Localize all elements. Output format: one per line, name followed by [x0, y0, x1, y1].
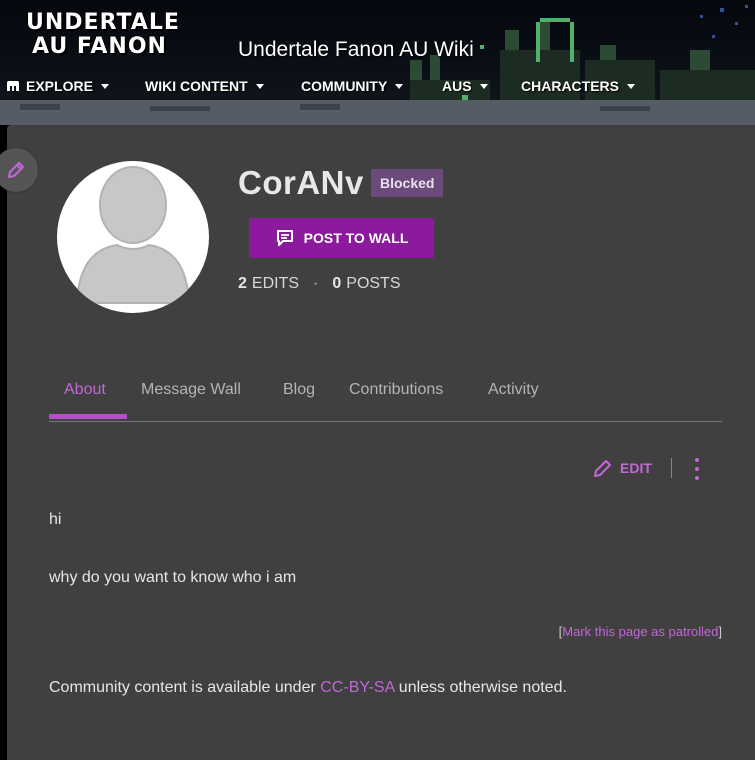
- chevron-down-icon: [255, 83, 264, 89]
- nav-explore[interactable]: EXPLORE: [6, 78, 109, 94]
- logo-line-2: AU FANON: [32, 34, 167, 59]
- nav-community-label: COMMUNITY: [301, 78, 388, 94]
- patrol-bracket-close: ]: [718, 624, 722, 639]
- chevron-down-icon: [479, 83, 488, 89]
- message-icon: [276, 230, 293, 246]
- patrol-notice: [Mark this page as patrolled]: [559, 624, 722, 639]
- post-to-wall-button[interactable]: POST TO WALL: [249, 218, 434, 258]
- about-line-1: hi: [49, 511, 62, 528]
- edits-count: 2: [238, 275, 247, 292]
- profile-username: CorANv: [238, 164, 364, 201]
- nav-aus[interactable]: AUS: [442, 78, 488, 94]
- edit-about-button[interactable]: EDIT: [592, 457, 652, 479]
- nav-characters-label: CHARACTERS: [521, 78, 619, 94]
- stats-separator: ·: [313, 275, 319, 292]
- edit-about-label: EDIT: [620, 460, 652, 476]
- pencil-icon: [8, 162, 24, 178]
- tab-about[interactable]: About: [64, 381, 106, 399]
- license-suffix: unless otherwise noted.: [394, 679, 567, 696]
- active-tab-indicator: [49, 414, 127, 419]
- tab-blog[interactable]: Blog: [283, 381, 315, 399]
- profile-tabs: About Message Wall Blog Contributions Ac…: [49, 380, 722, 422]
- posts-count: 0: [332, 275, 342, 292]
- wiki-logo[interactable]: UNDERTALE AU FANON: [26, 12, 201, 58]
- status-badge: Blocked: [371, 169, 444, 197]
- explore-icon: [7, 81, 19, 91]
- logo-line-1: UNDERTALE: [26, 10, 180, 35]
- nav-characters[interactable]: CHARACTERS: [521, 78, 635, 94]
- nav-wiki-content-label: WIKI CONTENT: [145, 78, 248, 94]
- tab-contributions[interactable]: Contributions: [349, 381, 443, 399]
- about-line-2: why do you want to know who i am: [49, 569, 297, 586]
- nav-aus-label: AUS: [442, 78, 472, 94]
- tab-activity[interactable]: Activity: [488, 381, 539, 399]
- pencil-icon: [594, 460, 611, 477]
- more-options-icon[interactable]: [695, 458, 701, 480]
- chevron-down-icon: [627, 83, 635, 89]
- divider: [671, 458, 672, 478]
- posts-label[interactable]: POSTS: [346, 275, 400, 293]
- tab-message-wall[interactable]: Message Wall: [141, 381, 241, 399]
- chevron-down-icon: [100, 83, 109, 89]
- profile-stats: 2 EDITS · 0 POSTS: [238, 275, 401, 293]
- edits-label[interactable]: EDITS: [252, 275, 299, 293]
- chevron-down-icon: [395, 83, 404, 89]
- wiki-title[interactable]: Undertale Fanon AU Wiki: [238, 38, 474, 62]
- post-to-wall-label: POST TO WALL: [303, 230, 409, 246]
- nav-explore-label: EXPLORE: [26, 78, 93, 94]
- nav-community[interactable]: COMMUNITY: [301, 78, 404, 94]
- default-avatar-icon: [75, 166, 191, 304]
- site-header: UNDERTALE AU FANON Undertale Fanon AU Wi…: [0, 0, 755, 125]
- avatar: [57, 161, 209, 313]
- nav-wiki-content[interactable]: WIKI CONTENT: [145, 78, 264, 94]
- license-notice: Community content is available under CC-…: [49, 679, 567, 697]
- license-prefix: Community content is available under: [49, 679, 321, 696]
- cc-by-sa-link[interactable]: CC-BY-SA: [320, 679, 394, 696]
- mark-patrolled-link[interactable]: Mark this page as patrolled: [562, 624, 718, 639]
